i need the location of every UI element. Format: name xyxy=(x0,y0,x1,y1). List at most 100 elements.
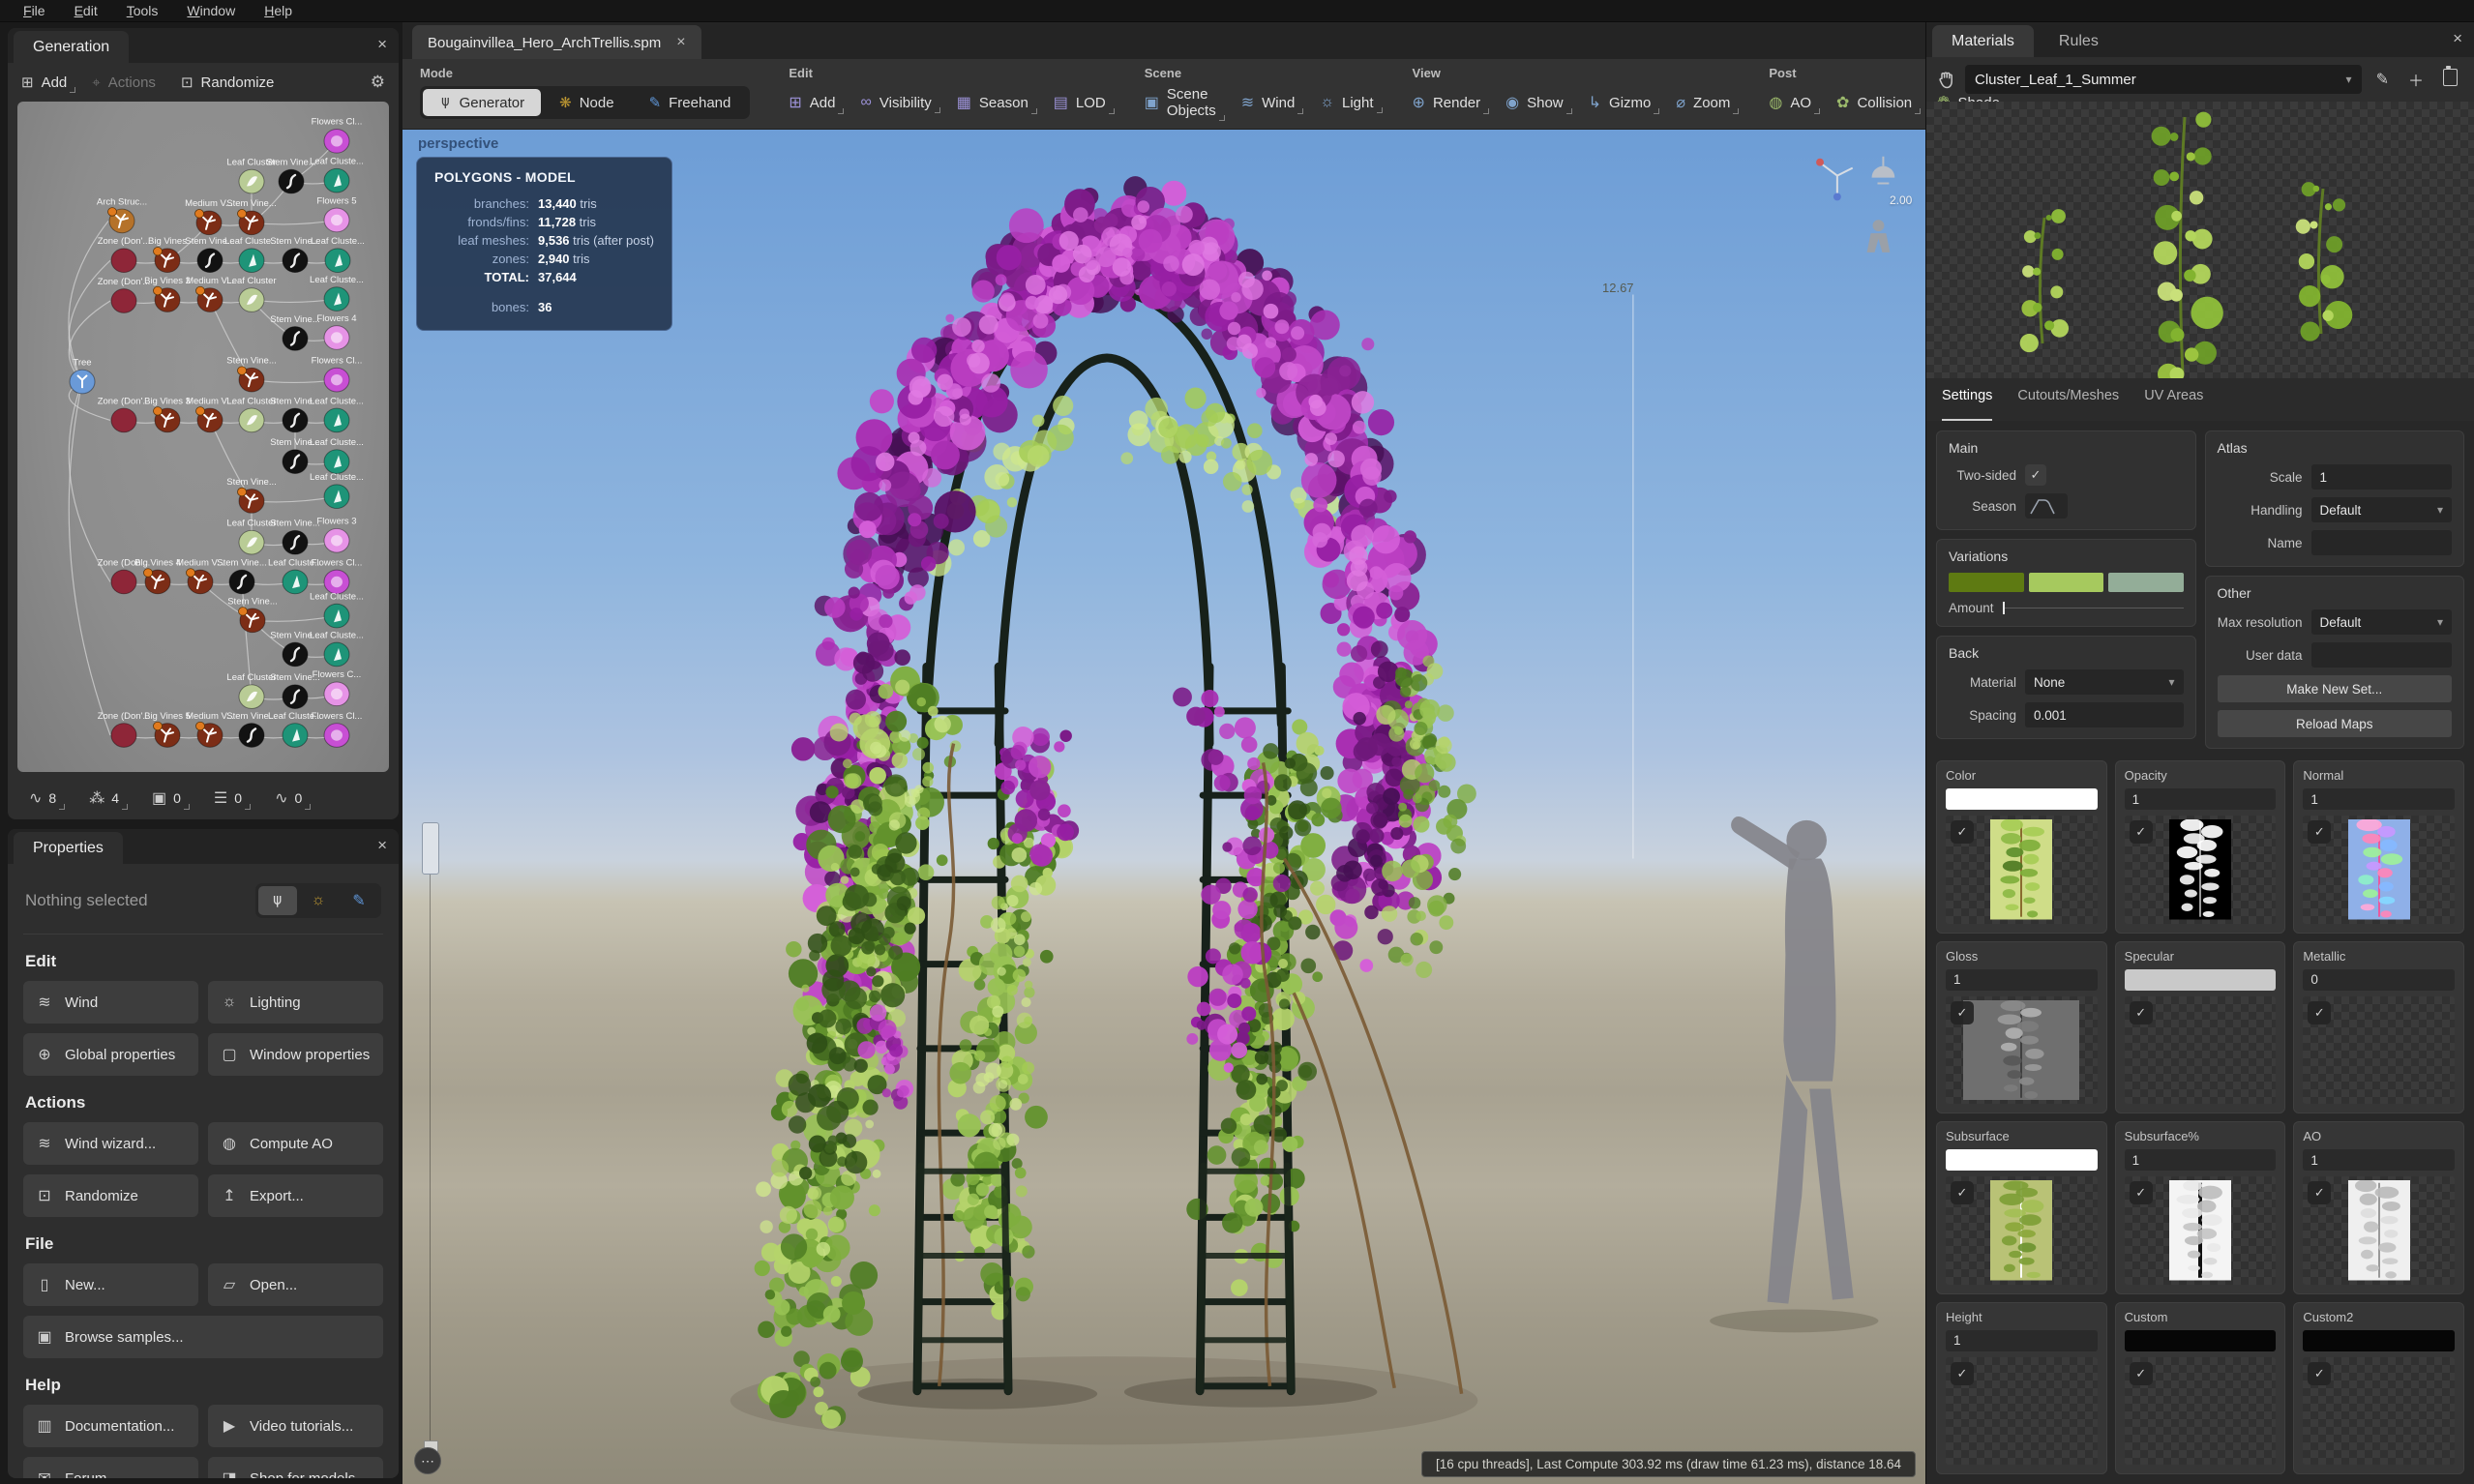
add-button[interactable]: ⊞ Add xyxy=(21,74,67,91)
add-material-icon[interactable]: ＋ xyxy=(2403,68,2429,91)
material-select[interactable]: Cluster_Leaf_1_Summer ▾ xyxy=(1965,65,2362,94)
slot-color-bar[interactable] xyxy=(2125,1330,2277,1351)
wind-wizard-button[interactable]: ≋Wind wizard... xyxy=(23,1122,198,1165)
close-icon[interactable]: × xyxy=(377,836,387,855)
user-data-input[interactable] xyxy=(2311,642,2453,668)
graph-node[interactable]: Big Vines 2 xyxy=(144,276,191,312)
toolbar-visibility-button[interactable]: ∞Visibility xyxy=(860,94,931,111)
graph-node[interactable]: Leaf Cluste... xyxy=(310,592,364,628)
graph-node[interactable]: Leaf Cluster xyxy=(226,672,276,708)
slot-color-bar[interactable] xyxy=(2125,969,2277,991)
subtab-settings[interactable]: Settings xyxy=(1942,388,1992,421)
slot-enabled-checkbox[interactable]: ✓ xyxy=(2130,1362,2153,1385)
video-tutorials-button[interactable]: ▶Video tutorials... xyxy=(208,1405,383,1447)
graph-node[interactable]: Flowers 4 xyxy=(316,313,356,349)
graph-node[interactable]: Big Vines 4 xyxy=(134,558,181,594)
graph-node[interactable]: Zone (Don'... xyxy=(98,277,151,312)
variation-swatch-1[interactable] xyxy=(1949,573,2024,592)
slot-value-input[interactable]: 0 xyxy=(2303,969,2455,991)
graph-node[interactable]: Flowers Cl... xyxy=(312,356,363,392)
notes-count[interactable]: ☰0 xyxy=(214,788,242,808)
graph-node[interactable]: Arch Struc... xyxy=(97,197,147,233)
randomize-button[interactable]: ⊡Randomize xyxy=(23,1174,198,1217)
slot-enabled-checkbox[interactable]: ✓ xyxy=(2308,820,2331,844)
generator-mode-icon[interactable]: ⋔ xyxy=(258,886,297,915)
graph-node[interactable]: Flowers 3 xyxy=(316,517,356,552)
slot-thumbnail[interactable]: ✓ xyxy=(1946,996,2098,1105)
two-sided-checkbox[interactable]: ✓ xyxy=(2025,464,2046,486)
graph-node[interactable]: Zone (Don'... xyxy=(98,236,151,272)
gauge-handle[interactable] xyxy=(422,822,439,875)
graph-node[interactable]: Leaf Cluste... xyxy=(310,397,364,432)
atlas-scale-input[interactable]: 1 xyxy=(2311,464,2453,490)
viewport-scene[interactable] xyxy=(402,130,1925,1484)
menu-window[interactable]: Window xyxy=(173,3,249,18)
graph-node[interactable]: Flowers Cl... xyxy=(312,711,363,747)
graph-node[interactable]: Flowers C... xyxy=(313,669,362,705)
slot-enabled-checkbox[interactable]: ✓ xyxy=(1951,820,1974,844)
graph-node[interactable]: Leaf Cluste... xyxy=(310,472,364,508)
toolbar-season-button[interactable]: ▦Season xyxy=(957,93,1028,112)
graph-node[interactable]: Leaf Cluste... xyxy=(310,437,364,473)
document-tab[interactable]: Bougainvillea_Hero_ArchTrellis.spm × xyxy=(412,25,701,59)
global-properties-button[interactable]: ⊕Global properties xyxy=(23,1033,198,1076)
camera-mode-label[interactable]: perspective xyxy=(418,135,498,152)
hand-icon[interactable] xyxy=(1938,70,1955,89)
wind-count[interactable]: ∿8 xyxy=(29,788,56,808)
viewport-3d[interactable]: perspective POLYGONS - MODEL branches:13… xyxy=(402,130,1925,1484)
viewport-menu-button[interactable]: ⋯ xyxy=(414,1447,441,1474)
graph-node[interactable]: Stem Vine... xyxy=(266,158,316,193)
toolbar-add-button[interactable]: ⊞Add xyxy=(789,93,835,112)
graph-node[interactable]: Flowers Cl... xyxy=(312,117,363,153)
graph-node[interactable]: Stem Vine... xyxy=(226,356,277,392)
compute-ao-button[interactable]: ◍Compute AO xyxy=(208,1122,383,1165)
slot-value-input[interactable]: 1 xyxy=(2303,1149,2455,1171)
graph-node[interactable]: Leaf Cluste... xyxy=(311,236,365,272)
slot-thumbnail[interactable]: ✓ xyxy=(1946,1176,2098,1285)
open-button[interactable]: ▱Open... xyxy=(208,1263,383,1306)
slot-color-bar[interactable] xyxy=(1946,788,2098,810)
graph-node[interactable]: Leaf Cluster xyxy=(226,519,276,554)
slot-thumbnail[interactable]: ✓ xyxy=(2125,1176,2277,1285)
slot-thumbnail[interactable]: ✓ xyxy=(1946,816,2098,924)
close-icon[interactable]: × xyxy=(2453,29,2462,48)
toolbar-collision-button[interactable]: ✿Collision xyxy=(1836,93,1912,112)
gear-icon[interactable]: ⚙ xyxy=(371,73,385,92)
back-material-select[interactable]: None ▾ xyxy=(2025,669,2184,695)
graph-node[interactable]: Leaf Cluster xyxy=(226,397,276,432)
window-properties-button[interactable]: ▢Window properties xyxy=(208,1033,383,1076)
toolbar-light-button[interactable]: ☼Light xyxy=(1320,94,1373,111)
graph-node[interactable]: Stem Vine... xyxy=(270,314,320,350)
menu-file[interactable]: File xyxy=(10,3,59,18)
graph-node[interactable]: Zone (Don'... xyxy=(98,397,151,432)
bones-count[interactable]: ∿0 xyxy=(275,788,302,808)
graph-node[interactable]: Stem Vine... xyxy=(217,558,267,594)
material-preview[interactable] xyxy=(1926,102,2474,378)
slot-enabled-checkbox[interactable]: ✓ xyxy=(1951,1001,1974,1024)
slot-value-input[interactable]: 1 xyxy=(1946,1330,2098,1351)
atlas-handling-select[interactable]: Default ▾ xyxy=(2311,497,2453,522)
graph-node[interactable]: Leaf Cluster xyxy=(226,276,276,312)
slot-value-input[interactable]: 1 xyxy=(2303,788,2455,810)
paste-material-icon[interactable] xyxy=(2438,69,2462,91)
subtab-uv-areas[interactable]: UV Areas xyxy=(2144,388,2203,421)
slot-thumbnail[interactable]: ✓ xyxy=(2125,816,2277,924)
height-gauge[interactable] xyxy=(422,822,439,1455)
slot-value-input[interactable]: 1 xyxy=(1946,969,2098,991)
slot-thumbnail[interactable]: ✓ xyxy=(1946,1357,2098,1466)
randomize-button[interactable]: ⊡ Randomize xyxy=(181,74,274,91)
export-button[interactable]: ↥Export... xyxy=(208,1174,383,1217)
toolbar-zoom-button[interactable]: ⌀Zoom xyxy=(1676,93,1730,112)
mode-freehand-button[interactable]: ✎Freehand xyxy=(633,89,748,116)
slot-enabled-checkbox[interactable]: ✓ xyxy=(2308,1362,2331,1385)
node-graph[interactable]: TreeArch Struc...Flowers Cl...Leaf Clust… xyxy=(17,102,389,772)
slot-thumbnail[interactable]: ✓ xyxy=(2303,816,2455,924)
graph-node[interactable]: Stem Vine... xyxy=(226,198,277,234)
slot-thumbnail[interactable]: ✓ xyxy=(2125,996,2277,1105)
new-button[interactable]: ▯New... xyxy=(23,1263,198,1306)
slot-value-input[interactable]: 1 xyxy=(2125,788,2277,810)
slot-color-bar[interactable] xyxy=(1946,1149,2098,1171)
subtab-cutouts-meshes[interactable]: Cutouts/Meshes xyxy=(2017,388,2119,421)
variation-swatch-2[interactable] xyxy=(2029,573,2104,592)
slot-enabled-checkbox[interactable]: ✓ xyxy=(2130,820,2153,844)
